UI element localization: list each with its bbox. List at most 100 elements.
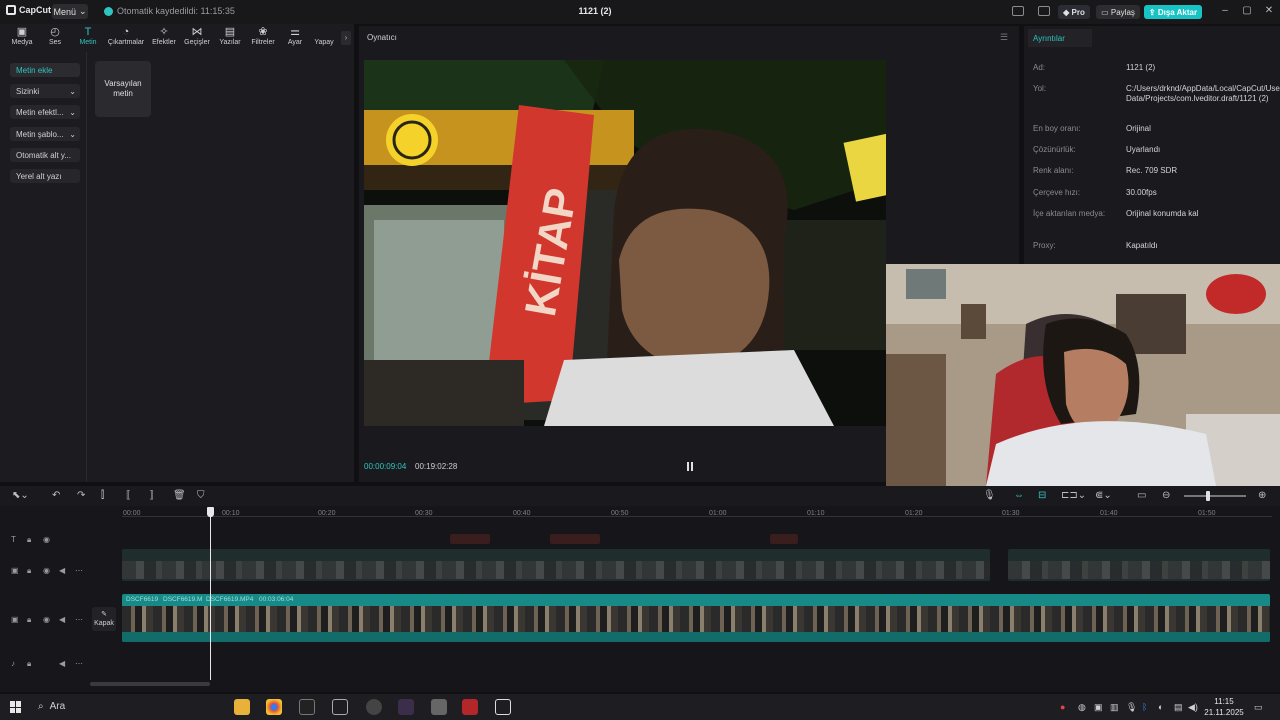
tray-app-icon[interactable]: ◐ (1158, 702, 1163, 712)
speaker-icon[interactable]: ◀︎ (59, 566, 65, 575)
system-clock[interactable]: 11:15 21.11.2025 (1204, 696, 1244, 718)
delete-icon[interactable]: 🗑︎ (173, 490, 186, 501)
default-text-card[interactable]: Varsayılan metin (95, 61, 151, 117)
tool-label: Ayar (287, 39, 303, 46)
tray-app-icon[interactable]: ◍ (1078, 702, 1086, 713)
shortcut-icon[interactable] (1038, 6, 1050, 16)
tool-media[interactable]: ▣ Medya (4, 26, 40, 50)
app-pill-icon[interactable] (366, 699, 382, 715)
menu-button[interactable]: Menü ⌄ (52, 4, 88, 19)
chevron-down-icon: ⌄ (69, 107, 76, 117)
lock-icon[interactable]: 🔒︎ (27, 566, 31, 576)
app-r-icon[interactable] (299, 699, 315, 715)
zoom-out-icon[interactable]: ⊖ (1162, 490, 1170, 501)
nav-text-effects[interactable]: Metin efektl... ⌄ (10, 105, 80, 119)
tray-mic-icon[interactable]: 🎙︎ (1126, 702, 1137, 713)
preview-axis-icon[interactable]: ⊟ (1038, 490, 1046, 501)
playhead[interactable] (210, 508, 211, 680)
maximize-icon[interactable]: ▢ (1240, 5, 1254, 16)
file-explorer-icon[interactable] (234, 699, 250, 715)
tool-captions[interactable]: ▤ Yazılar (212, 26, 248, 50)
record-icon[interactable]: ● (1060, 702, 1065, 712)
ruler-label: 01:30 (1002, 510, 1020, 517)
undo-icon[interactable]: ↶ (52, 490, 60, 501)
panel-divider (86, 52, 87, 482)
capcut-app-icon[interactable] (495, 699, 511, 715)
lock-icon[interactable]: 🔒︎ (27, 535, 31, 545)
speaker-icon[interactable]: ◀︎ (59, 659, 65, 668)
tray-app-icon[interactable]: ▣ (1094, 702, 1103, 713)
hamburger-icon[interactable]: ☰ (1000, 32, 1008, 43)
lock-icon[interactable]: 🔒︎ (27, 615, 31, 625)
tool-text[interactable]: T Metin (70, 26, 106, 50)
network-icon[interactable]: ▤ (1174, 702, 1183, 713)
cover-button[interactable]: ✎ Kapak (92, 607, 116, 631)
tool-effects[interactable]: ✧ Efektler (146, 26, 182, 50)
speaker-icon[interactable]: ◀︎ (59, 615, 65, 624)
nav-text-templates[interactable]: Metin şablo... ⌄ (10, 127, 80, 141)
app-mic-icon[interactable] (431, 699, 447, 715)
export-button[interactable]: ⇪ Dışa Aktar (1144, 5, 1202, 19)
eye-icon[interactable]: ◉ (43, 535, 50, 544)
snap-icon[interactable]: ⊏⊐⌄ (1061, 490, 1086, 501)
tray-app-icon[interactable]: ▥ (1110, 702, 1119, 713)
playhead-handle[interactable] (207, 507, 214, 517)
tab-details[interactable]: Ayrıntılar (1028, 29, 1092, 47)
close-icon[interactable]: ✕ (1262, 5, 1276, 16)
split-right-icon[interactable]: ⟧ (149, 490, 154, 501)
tool-filters[interactable]: ❀ Filtreler (245, 26, 281, 50)
ruler-label: 00:10 (222, 510, 240, 517)
timeline-scrollbar[interactable] (90, 682, 210, 686)
tool-transitions[interactable]: ⋈ Geçişler (179, 26, 215, 50)
windows-start-icon[interactable] (10, 701, 22, 713)
text-clip[interactable] (550, 534, 600, 544)
microphone-icon[interactable]: 🎙︎ (983, 490, 996, 501)
zoom-slider-handle[interactable] (1206, 491, 1210, 501)
nav-add-text[interactable]: Metin ekle (10, 63, 80, 77)
tool-ai[interactable]: Yapay (306, 26, 342, 50)
split-left-icon[interactable]: ⟦ (126, 490, 131, 501)
taskbar-search[interactable]: ⌕ Ara (38, 701, 65, 712)
pro-button[interactable]: ◆ Pro (1058, 5, 1090, 19)
lock-icon[interactable]: 🔒︎ (27, 659, 31, 669)
video-preview[interactable]: KİTAP (364, 60, 886, 426)
ruler-label: 00:20 (318, 510, 336, 517)
toolbar-scroll-right-icon[interactable]: › (341, 31, 351, 45)
marker-icon[interactable]: ⛉ (197, 490, 205, 501)
eye-icon[interactable]: ◉ (43, 615, 50, 624)
tool-audio[interactable]: ◴ Ses (37, 26, 73, 50)
notification-icon[interactable]: ▭ (1254, 702, 1263, 713)
main-video-clip[interactable] (122, 594, 1270, 642)
overlay-video-clip[interactable] (122, 549, 990, 581)
app-video-editor-icon[interactable] (462, 699, 478, 715)
chrome-icon[interactable] (266, 699, 282, 715)
app-game-icon[interactable] (398, 699, 414, 715)
more-icon[interactable]: ⋯ (75, 566, 83, 575)
volume-icon[interactable]: ◀︎) (1188, 702, 1198, 713)
more-icon[interactable]: ⋯ (75, 615, 83, 624)
more-icon[interactable]: ⋯ (75, 659, 83, 668)
nav-local-captions[interactable]: Yerel alt yazı (10, 169, 80, 183)
overlay-video-clip[interactable] (1008, 549, 1270, 581)
layout-icon[interactable] (1012, 6, 1024, 16)
text-clip[interactable] (770, 534, 798, 544)
magnet-icon[interactable]: ⋐⌄ (1095, 490, 1112, 501)
caption-track-icon[interactable]: ▭ (1137, 490, 1146, 501)
nav-yours[interactable]: Sizinki ⌄ (10, 84, 80, 98)
pause-icon[interactable] (686, 462, 694, 471)
zoom-slider-track[interactable] (1184, 495, 1246, 497)
capcut-app-icon[interactable] (332, 699, 348, 715)
share-button[interactable]: ▭ Paylaş (1096, 5, 1140, 19)
minimize-icon[interactable]: – (1218, 5, 1232, 16)
eye-icon[interactable]: ◉ (43, 566, 50, 575)
split-icon[interactable]: ⫿ (101, 490, 104, 501)
link-icon[interactable]: ⇔ (1014, 490, 1024, 501)
tool-stickers[interactable]: ◔ Çıkartmalar (106, 26, 146, 50)
text-clip[interactable] (450, 534, 490, 544)
bluetooth-icon[interactable]: ᛒ (1142, 702, 1147, 712)
select-tool-icon[interactable]: ⬉⌄ (12, 490, 29, 501)
nav-auto-captions[interactable]: Otomatik alt y... (10, 148, 80, 162)
timeline-toolbar (0, 486, 1280, 506)
redo-icon[interactable]: ↷ (77, 490, 85, 501)
zoom-in-icon[interactable]: ⊕ (1258, 490, 1266, 501)
